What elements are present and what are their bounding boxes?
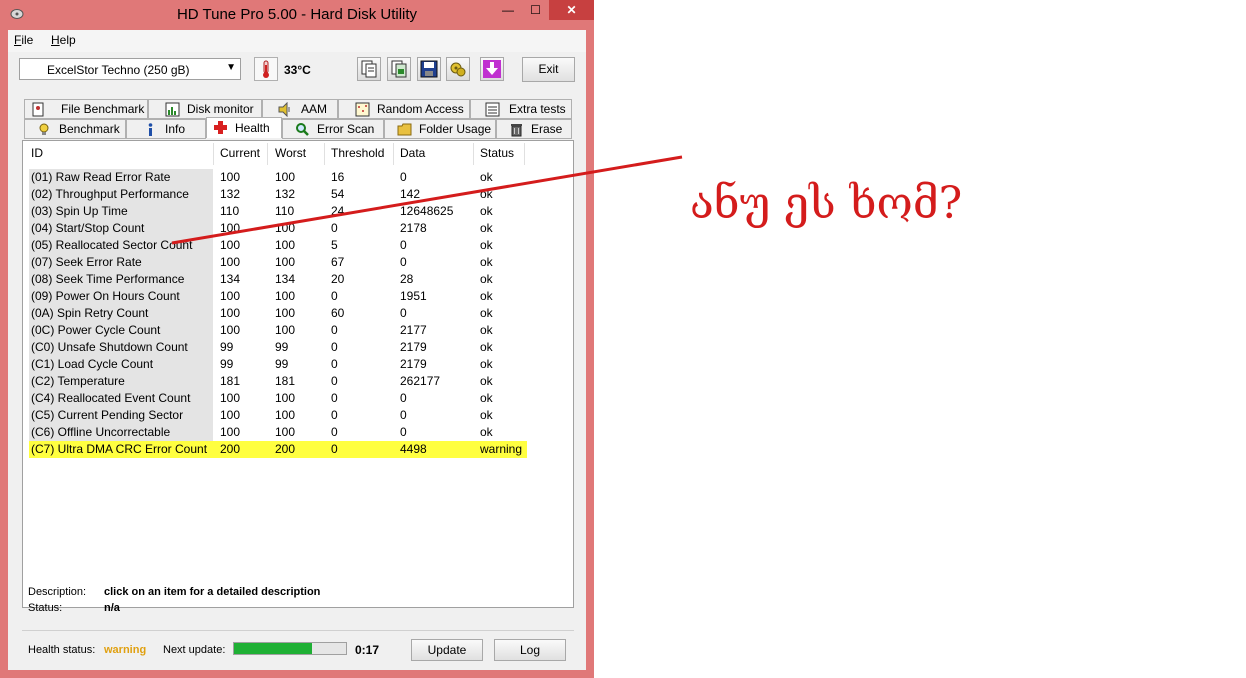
annotation-text: ანუ ეს ხომ? — [690, 178, 963, 229]
annotation-arrow-line — [171, 155, 683, 245]
